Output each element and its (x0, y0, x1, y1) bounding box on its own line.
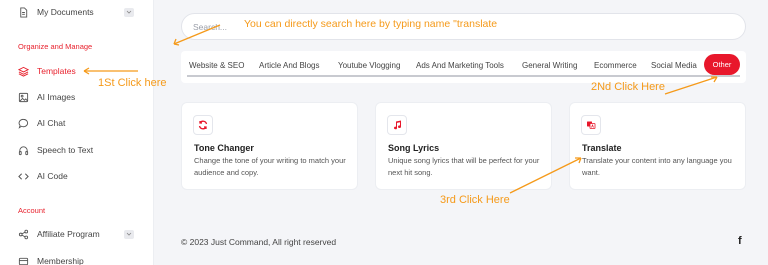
tab-youtube-vlogging[interactable]: Youtube Vlogging (338, 59, 400, 73)
layers-icon (18, 66, 29, 77)
tab-general-writing[interactable]: General Writing (522, 59, 577, 73)
tab-other[interactable]: Other (704, 54, 740, 75)
card-description: Unique song lyrics that will be perfect … (388, 156, 540, 177)
card-description: Translate your content into any language… (582, 156, 732, 177)
tabs-divider (187, 75, 740, 77)
sidebar-item-label: Templates (37, 66, 76, 76)
sidebar-item-label: Speech to Text (37, 145, 94, 155)
section-label-account: Account (18, 206, 46, 215)
sidebar-item-ai-chat[interactable]: AI Chat (0, 110, 154, 136)
sidebar-item-speech-to-text[interactable]: Speech to Text (0, 137, 154, 163)
annotation-step2: 2Nd Click Here (591, 81, 665, 93)
template-card-tone-changer[interactable]: Tone Changer Change the tone of your wri… (181, 102, 358, 190)
sidebar-item-label: Affiliate Program (37, 229, 100, 239)
tab-website-seo[interactable]: Website & SEO (189, 59, 244, 73)
sidebar-item-my-documents[interactable]: My Documents (0, 0, 154, 25)
share-icon (18, 229, 29, 240)
tab-article-blogs[interactable]: Article And Blogs (259, 59, 319, 73)
facebook-icon[interactable]: f (738, 235, 742, 247)
sidebar: My Documents Organize and Manage Templat… (0, 0, 154, 265)
card-title: Translate (582, 143, 622, 153)
footer-copyright: © 2023 Just Command, All right reserved (181, 237, 337, 247)
sidebar-item-label: AI Images (37, 92, 76, 102)
card-title: Song Lyrics (388, 143, 440, 153)
sidebar-item-label: My Documents (37, 7, 94, 17)
sidebar-item-label: AI Chat (37, 118, 66, 128)
chat-icon (18, 118, 29, 129)
refresh-icon (193, 115, 213, 135)
translate-icon (581, 115, 601, 135)
music-note-icon (387, 115, 407, 135)
chevron-down-icon[interactable] (124, 229, 134, 239)
template-card-translate[interactable]: Translate Translate your content into an… (569, 102, 746, 190)
sidebar-item-label: AI Code (37, 171, 68, 181)
section-label-organize: Organize and Manage (18, 42, 93, 51)
card-description: Change the tone of your writing to match… (194, 156, 346, 177)
chevron-down-icon[interactable] (124, 7, 134, 17)
membership-icon (18, 256, 29, 265)
template-card-song-lyrics[interactable]: Song Lyrics Unique song lyrics that will… (375, 102, 552, 190)
sidebar-item-label: Membership (37, 256, 84, 265)
code-icon (18, 171, 29, 182)
document-icon (18, 6, 29, 18)
annotation-step3: 3rd Click Here (440, 194, 510, 206)
sidebar-item-affiliate-program[interactable]: Affiliate Program (0, 221, 154, 247)
tab-ecommerce[interactable]: Ecommerce (594, 59, 637, 73)
sidebar-item-ai-code[interactable]: AI Code (0, 163, 154, 189)
sidebar-item-membership[interactable]: Membership (0, 248, 154, 265)
image-icon (18, 92, 29, 103)
tab-ads-marketing[interactable]: Ads And Marketing Tools (416, 59, 504, 73)
annotation-step1: 1St Click here (98, 77, 167, 89)
tab-social-media[interactable]: Social Media (651, 59, 697, 73)
headphones-icon (18, 145, 29, 156)
annotation-search-hint: You can directly search here by typing n… (244, 18, 498, 30)
search-placeholder: Search... (193, 21, 228, 32)
card-title: Tone Changer (194, 143, 254, 153)
